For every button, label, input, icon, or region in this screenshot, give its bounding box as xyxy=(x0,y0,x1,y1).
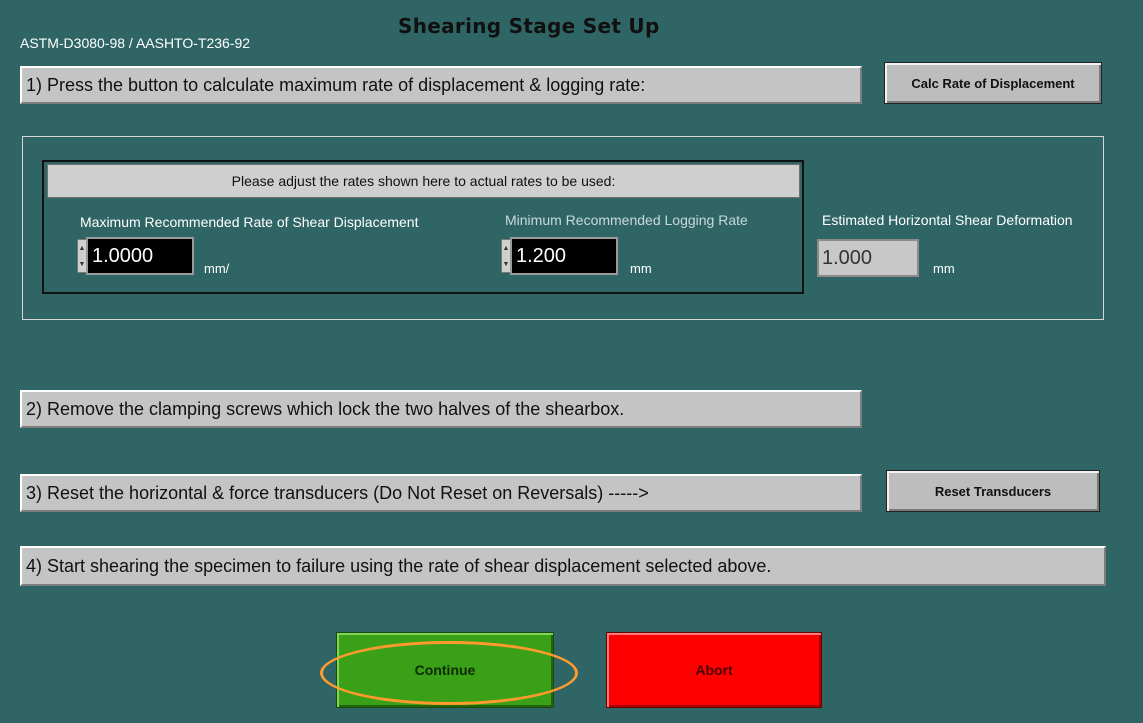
abort-button[interactable]: Abort xyxy=(606,632,822,708)
step-2-instruction: 2) Remove the clamping screws which lock… xyxy=(20,390,862,428)
decrement-icon[interactable]: ▼ xyxy=(503,261,510,268)
standard-label: ASTM-D3080-98 / AASHTO-T236-92 xyxy=(20,35,251,51)
max-rate-label: Maximum Recommended Rate of Shear Displa… xyxy=(80,214,419,230)
min-logging-unit: mm xyxy=(630,261,652,276)
reset-transducers-button[interactable]: Reset Transducers xyxy=(886,470,1100,512)
continue-button[interactable]: Continue xyxy=(336,632,554,708)
max-rate-input[interactable]: 1.0000 xyxy=(86,237,194,275)
calc-rate-button[interactable]: Calc Rate of Displacement xyxy=(884,62,1102,104)
increment-icon[interactable]: ▲ xyxy=(79,245,86,252)
est-deformation-unit: mm xyxy=(933,261,955,276)
min-logging-label: Minimum Recommended Logging Rate xyxy=(505,212,748,228)
step-4-instruction: 4) Start shearing the specimen to failur… xyxy=(20,546,1106,586)
decrement-icon[interactable]: ▼ xyxy=(79,261,86,268)
page-title: Shearing Stage Set Up xyxy=(398,14,660,38)
est-deformation-label: Estimated Horizontal Shear Deformation xyxy=(822,212,1073,228)
step-1-instruction: 1) Press the button to calculate maximum… xyxy=(20,66,862,104)
step-3-instruction: 3) Reset the horizontal & force transduc… xyxy=(20,474,862,512)
min-logging-input[interactable]: 1.200 xyxy=(510,237,618,275)
max-rate-unit: mm/ xyxy=(204,261,230,276)
increment-icon[interactable]: ▲ xyxy=(503,245,510,252)
est-deformation-value: 1.000 xyxy=(817,239,919,277)
rates-panel-header: Please adjust the rates shown here to ac… xyxy=(47,164,800,198)
